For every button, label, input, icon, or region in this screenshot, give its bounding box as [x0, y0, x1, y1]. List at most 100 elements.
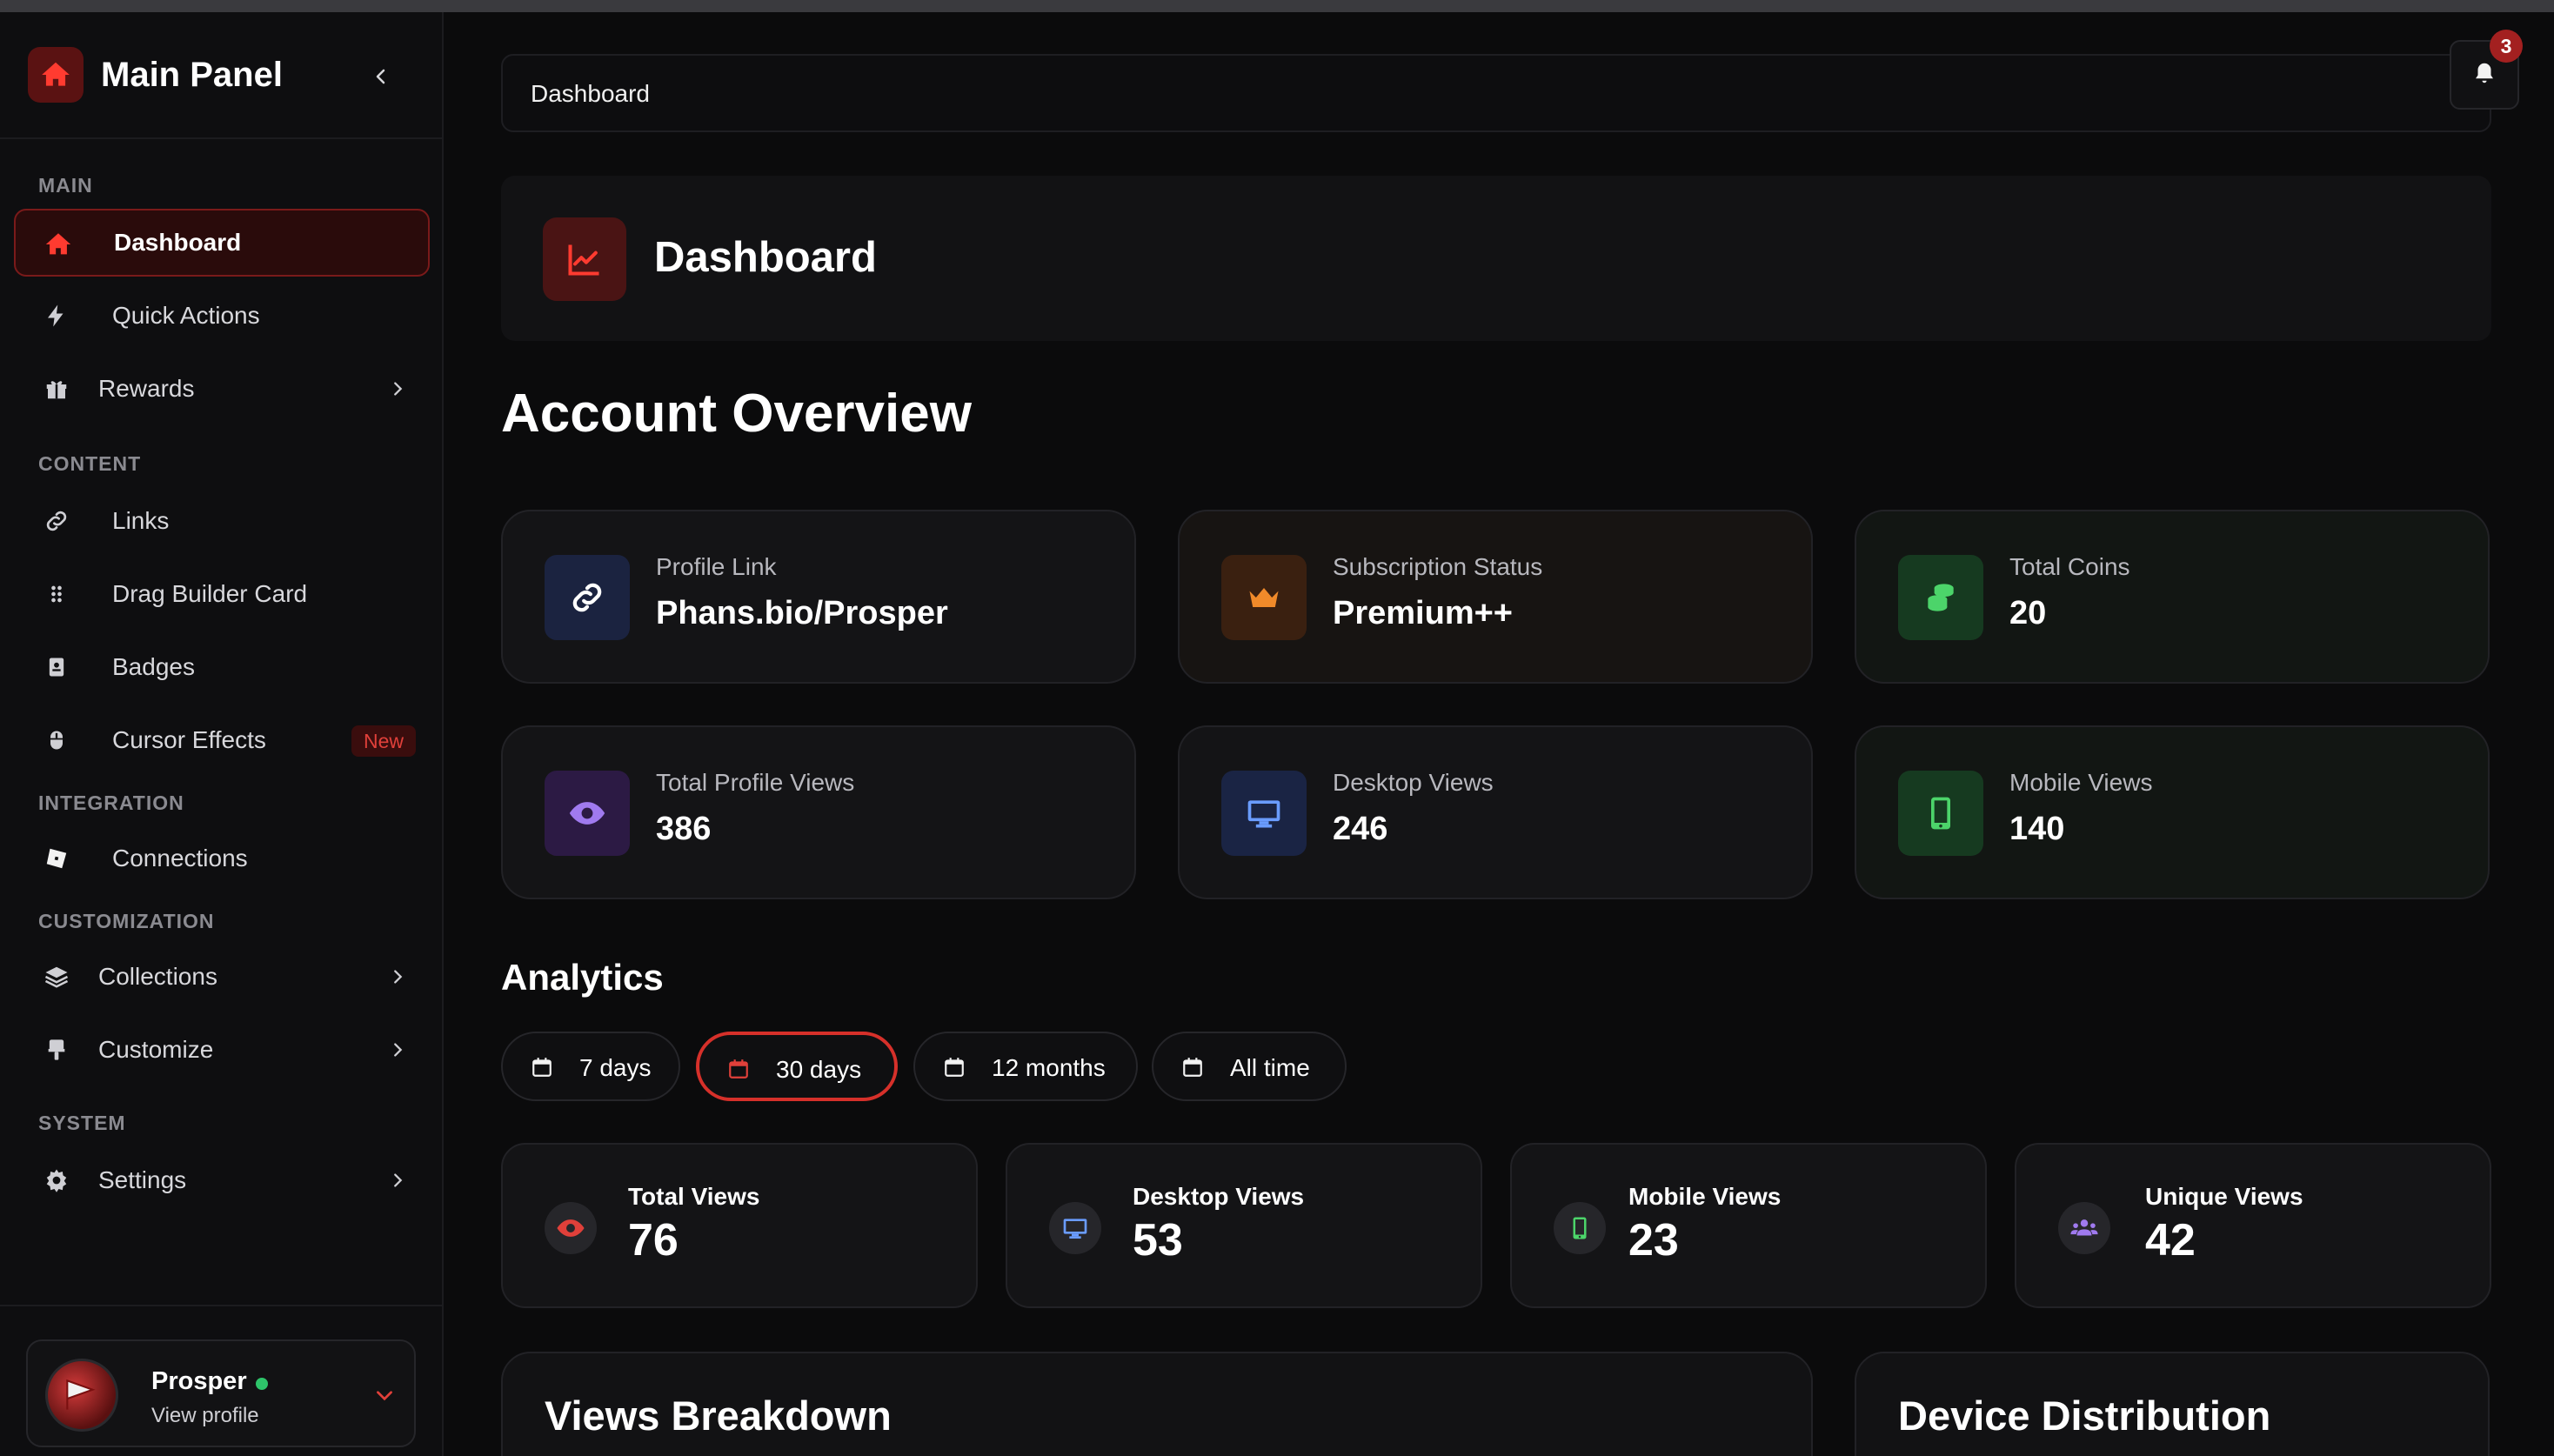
stat-label: Mobile Views [2009, 769, 2153, 796]
range-label: 12 months [992, 1054, 1106, 1081]
chart-line-icon [543, 217, 626, 301]
metric-label: Unique Views [2145, 1183, 2303, 1210]
collapse-sidebar-button[interactable] [365, 61, 397, 92]
sidebar-item-label: Collections [98, 963, 217, 990]
metric-value: 23 [1628, 1215, 1679, 1266]
page-header: Dashboard [501, 176, 2491, 341]
sidebar-item-quick-actions[interactable]: Quick Actions [14, 282, 430, 350]
panel-title: Views Breakdown [545, 1393, 892, 1439]
stat-label: Total Coins [2009, 553, 2130, 580]
sidebar-item-links[interactable]: Links [14, 487, 430, 555]
range-12-months-button[interactable]: 12 months [913, 1032, 1138, 1101]
id-badge-icon [42, 652, 71, 682]
sidebar-item-label: Badges [112, 653, 195, 680]
metric-label: Total Views [628, 1183, 760, 1210]
stat-value: 20 [2009, 595, 2047, 631]
sidebar-item-settings[interactable]: Settings [14, 1146, 430, 1214]
profile-link-card[interactable]: Profile Link Phans.bio/Prosper [501, 510, 1136, 684]
unique-views-metric: Unique Views 42 [2015, 1143, 2491, 1308]
chevron-right-icon [384, 1037, 411, 1063]
mouse-icon [42, 725, 71, 755]
notification-count-badge: 3 [2490, 30, 2523, 63]
page-title: Dashboard [654, 234, 877, 281]
total-views-metric: Total Views 76 [501, 1143, 978, 1308]
range-label: 30 days [776, 1056, 862, 1083]
stat-label: Subscription Status [1333, 553, 1543, 580]
sidebar-item-label: Connections [112, 845, 248, 872]
mobile-icon [1554, 1202, 1606, 1254]
panel-title: Device Distribution [1898, 1393, 2271, 1439]
sidebar-item-label: Customize [98, 1036, 214, 1063]
brand[interactable]: Main Panel [28, 47, 283, 103]
sidebar-item-label: Dashboard [114, 229, 242, 256]
metric-value: 76 [628, 1215, 679, 1266]
total-profile-views-card: Total Profile Views 386 [501, 725, 1136, 899]
total-coins-card: Total Coins 20 [1855, 510, 2490, 684]
calendar-icon [1180, 1054, 1206, 1080]
sidebar-item-collections[interactable]: Collections [14, 943, 430, 1011]
divider [0, 137, 444, 139]
desktop-views-metric: Desktop Views 53 [1006, 1143, 1482, 1308]
grip-icon [42, 579, 71, 609]
desktop-icon [1221, 771, 1307, 856]
sidebar-item-dashboard[interactable]: Dashboard [14, 209, 430, 277]
sidebar-item-cursor-effects[interactable]: Cursor Effects New [14, 706, 430, 774]
subscription-status-card: Subscription Status Premium++ [1178, 510, 1813, 684]
analytics-title: Analytics [501, 957, 664, 998]
crown-icon [1221, 555, 1307, 640]
calendar-icon [941, 1054, 967, 1080]
breadcrumb: Dashboard [501, 54, 2491, 132]
roblox-icon [42, 844, 71, 873]
metric-label: Desktop Views [1133, 1183, 1305, 1210]
profile-name: Prosper [151, 1367, 247, 1395]
stat-value[interactable]: Phans.bio/Prosper [656, 595, 948, 632]
breadcrumb-current[interactable]: Dashboard [531, 80, 650, 108]
sidebar-item-drag-builder-card[interactable]: Drag Builder Card [14, 560, 430, 628]
range-all-time-button[interactable]: All time [1152, 1032, 1347, 1101]
gift-icon [42, 374, 71, 404]
section-label-main: MAIN [38, 174, 93, 197]
bell-icon [2471, 60, 2497, 90]
profile-card[interactable]: Prosper View profile [26, 1339, 416, 1447]
layers-icon [42, 962, 71, 992]
metric-value: 42 [2145, 1215, 2196, 1266]
chevron-down-icon[interactable] [371, 1381, 398, 1409]
range-label: 7 days [579, 1054, 652, 1081]
view-profile-link[interactable]: View profile [151, 1404, 259, 1428]
coins-icon [1898, 555, 1983, 640]
home-icon [43, 230, 73, 259]
online-status-indicator [256, 1378, 268, 1390]
mobile-views-card: Mobile Views 140 [1855, 725, 2490, 899]
brush-icon [42, 1035, 71, 1065]
device-distribution-panel: Device Distribution [1855, 1352, 2490, 1456]
stat-value: Premium++ [1333, 595, 1513, 631]
sidebar-item-connections[interactable]: Connections [14, 825, 430, 892]
sidebar-item-customize[interactable]: Customize [14, 1016, 430, 1084]
stat-label: Desktop Views [1333, 769, 1494, 796]
window-top-bar [0, 0, 2554, 12]
brand-title: Main Panel [101, 55, 283, 94]
range-label: All time [1230, 1054, 1310, 1081]
gear-icon [42, 1165, 71, 1195]
sidebar-item-badges[interactable]: Badges [14, 633, 430, 701]
sidebar-item-label: Drag Builder Card [112, 580, 308, 607]
range-7-days-button[interactable]: 7 days [501, 1032, 680, 1101]
chevron-right-icon [384, 1167, 411, 1193]
new-badge: New [351, 725, 416, 757]
sidebar-item-rewards[interactable]: Rewards [14, 355, 430, 423]
avatar [45, 1359, 118, 1432]
range-30-days-button[interactable]: 30 days [696, 1032, 898, 1101]
link-icon [42, 506, 71, 536]
desktop-icon [1049, 1202, 1101, 1254]
account-overview-title: Account Overview [501, 384, 972, 444]
calendar-icon [529, 1054, 555, 1080]
section-label-system: SYSTEM [38, 1112, 126, 1134]
metric-value: 53 [1133, 1215, 1183, 1266]
section-label-customization: CUSTOMIZATION [38, 910, 215, 932]
mobile-icon [1898, 771, 1983, 856]
link-icon [545, 555, 630, 640]
chevron-right-icon [384, 964, 411, 990]
stat-label: Total Profile Views [656, 769, 855, 796]
metric-label: Mobile Views [1628, 1183, 1782, 1210]
eye-icon [545, 1202, 597, 1254]
